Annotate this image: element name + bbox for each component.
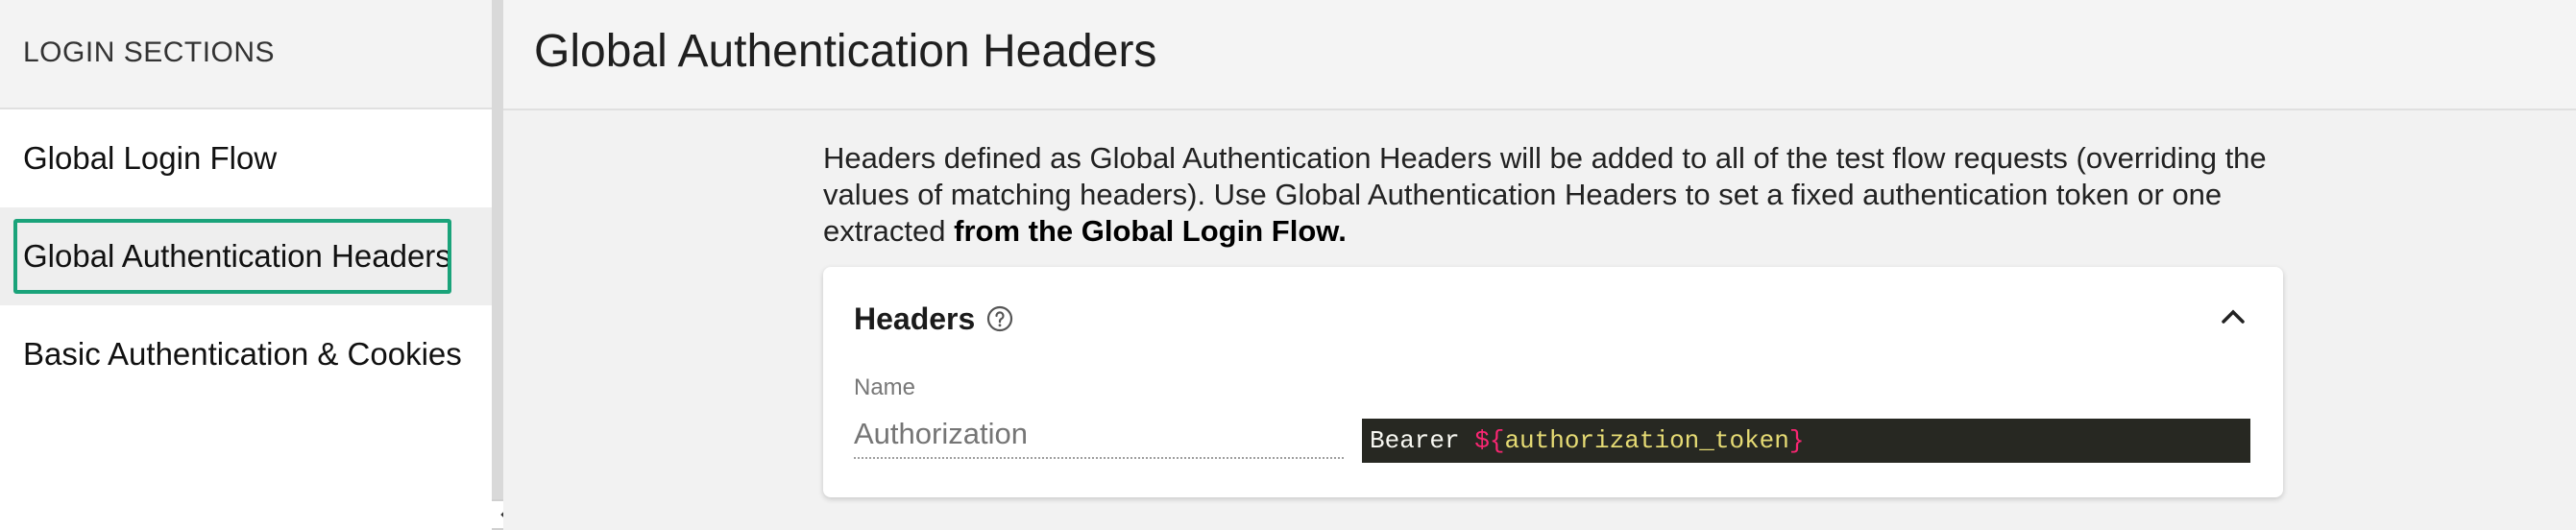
value-prefix: Bearer [1370, 426, 1475, 455]
sidebar-item-label: Global Login Flow [23, 140, 278, 176]
header-name-input[interactable] [854, 411, 1344, 459]
description-text: Headers defined as Global Authentication… [823, 140, 2273, 250]
page-title: Global Authentication Headers [503, 0, 2576, 110]
description-emphasis: from the Global Login Flow. [954, 214, 1347, 248]
name-field-label: Name [854, 374, 916, 400]
sidebar-item-global-authentication-headers[interactable]: Global Authentication Headers [0, 207, 492, 305]
sidebar-item-label: Basic Authentication & Cookies [23, 336, 462, 372]
selection-outline [13, 219, 451, 294]
sidebar-header: LOGIN SECTIONS [0, 0, 492, 109]
header-value-editor[interactable]: Bearer ${authorization_token} [1362, 419, 2250, 463]
headers-card: Headers Name Bearer ${authorization_toke… [823, 267, 2283, 497]
variable-close-token: } [1788, 426, 1805, 455]
variable-name: authorization_token [1504, 426, 1789, 455]
help-circle-icon[interactable] [984, 303, 1015, 334]
variable-open-token: ${ [1474, 426, 1505, 455]
main-content: Global Authentication Headers Headers de… [503, 0, 2576, 530]
sidebar-item-basic-authentication-cookies[interactable]: Basic Authentication & Cookies [0, 305, 492, 403]
sidebar-item-global-login-flow[interactable]: Global Login Flow [0, 109, 492, 207]
sidebar: LOGIN SECTIONS Global Login Flow Global … [0, 0, 492, 530]
headers-card-title: Headers [854, 301, 976, 336]
sidebar-empty-area [0, 403, 492, 530]
chevron-up-icon[interactable] [2220, 305, 2247, 328]
sidebar-list: Global Login Flow Global Authentication … [0, 109, 492, 403]
sidebar-resize-handle[interactable] [492, 0, 503, 530]
